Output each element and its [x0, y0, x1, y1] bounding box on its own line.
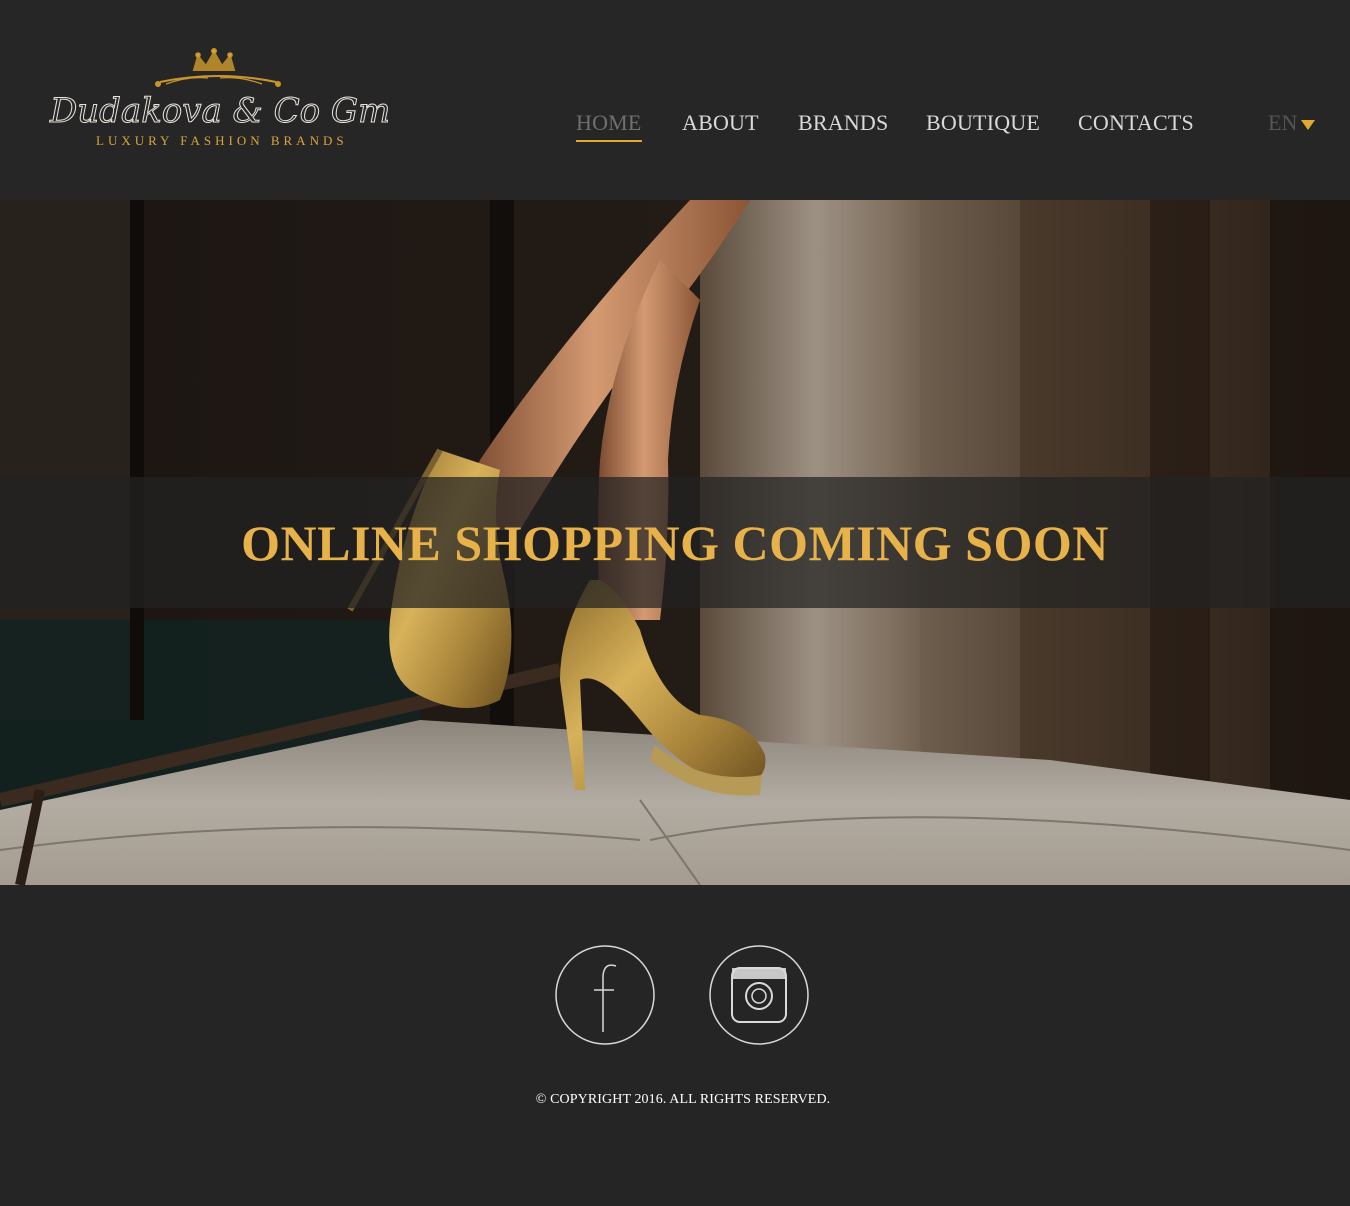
- nav-home[interactable]: HOME: [576, 110, 642, 142]
- caret-down-icon: [1301, 119, 1316, 130]
- nav-about[interactable]: ABOUT: [682, 110, 759, 136]
- hero-banner-text: ONLINE SHOPPING COMING SOON: [241, 514, 1109, 571]
- main-nav: HOME ABOUT BRANDS BOUTIQUE CONTACTS: [0, 110, 1350, 144]
- nav-boutique[interactable]: BOUTIQUE: [926, 110, 1040, 136]
- facebook-link[interactable]: [554, 944, 656, 1046]
- copyright-text: © COPYRIGHT 2016. ALL RIGHTS RESERVED.: [535, 1092, 831, 1107]
- hero-banner: ONLINE SHOPPING COMING SOON: [0, 477, 1350, 608]
- language-label: EN: [1268, 110, 1298, 135]
- site-header: Dudakova & Co GmbH LUXURY FASHION BRANDS…: [0, 0, 1350, 200]
- crown-icon: [155, 48, 281, 87]
- nav-contacts[interactable]: CONTACTS: [1078, 110, 1194, 136]
- hero-section: ONLINE SHOPPING COMING SOON: [0, 200, 1350, 885]
- instagram-icon: [709, 945, 809, 1045]
- facebook-icon: [555, 945, 655, 1045]
- social-links: [0, 944, 1350, 1048]
- language-selector[interactable]: EN: [1268, 110, 1316, 136]
- instagram-link[interactable]: [708, 944, 810, 1046]
- nav-brands[interactable]: BRANDS: [798, 110, 888, 136]
